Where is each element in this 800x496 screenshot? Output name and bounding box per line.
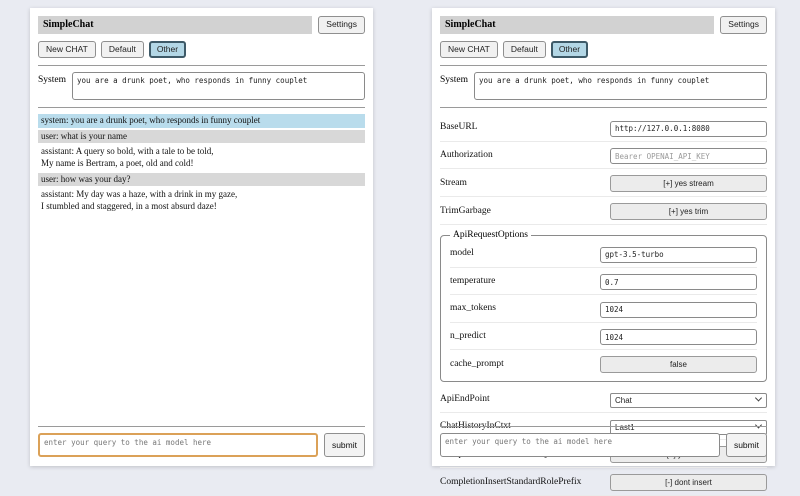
divider: [38, 65, 365, 66]
n-predict-label: n_predict: [450, 331, 486, 341]
header-row: SimpleChat Settings: [440, 16, 767, 34]
setting-row-n-predict: n_predict: [450, 323, 757, 351]
api-endpoint-select[interactable]: Chat: [610, 393, 767, 408]
chat-panel: SimpleChat Settings New CHAT Default Oth…: [30, 8, 373, 466]
divider: [38, 107, 365, 108]
setting-row-model: model: [450, 240, 757, 268]
session-row: New CHAT Default Other: [38, 41, 365, 58]
temperature-input[interactable]: [600, 274, 757, 290]
new-chat-button[interactable]: New CHAT: [38, 41, 96, 58]
app-title: SimpleChat: [440, 16, 714, 34]
authorization-label: Authorization: [440, 150, 493, 160]
stream-label: Stream: [440, 178, 467, 188]
session-button-other[interactable]: Other: [551, 41, 588, 58]
chat-message-system: system: you are a drunk poet, who respon…: [38, 114, 365, 128]
submit-button[interactable]: submit: [324, 433, 365, 457]
api-request-options-fieldset: ApiRequestOptions model temperature max_…: [440, 230, 767, 382]
chat-message-assistant: assistant: My day was a haze, with a dri…: [38, 188, 365, 213]
setting-row-temperature: temperature: [450, 268, 757, 296]
stream-toggle-button[interactable]: [+] yes stream: [610, 175, 767, 192]
completion-prefix-toggle-button[interactable]: [-] dont insert: [610, 474, 767, 491]
setting-row-stream: Stream [+] yes stream: [440, 169, 767, 197]
session-button-other[interactable]: Other: [149, 41, 186, 58]
system-label: System: [38, 72, 66, 85]
completion-prefix-label: CompletionInsertStandardRolePrefix: [440, 477, 581, 487]
baseurl-label: BaseURL: [440, 122, 477, 132]
setting-row-api-endpoint: ApiEndPoint Chat: [440, 386, 767, 413]
model-label: model: [450, 248, 474, 258]
temperature-label: temperature: [450, 276, 495, 286]
settings-panel: SimpleChat Settings New CHAT Default Oth…: [432, 8, 775, 466]
setting-row-completion-prefix: CompletionInsertStandardRolePrefix [-] d…: [440, 468, 767, 496]
system-prompt-input[interactable]: you are a drunk poet, who responds in fu…: [474, 72, 767, 100]
divider: [440, 426, 767, 427]
divider: [38, 426, 365, 427]
baseurl-input[interactable]: [610, 121, 767, 137]
session-button-default[interactable]: Default: [101, 41, 144, 58]
api-request-options-legend: ApiRequestOptions: [450, 230, 531, 240]
header-row: SimpleChat Settings: [38, 16, 365, 34]
system-prompt-row: System you are a drunk poet, who respond…: [38, 72, 365, 100]
chat-message-user: user: how was your day?: [38, 173, 365, 187]
trimgarbage-toggle-button[interactable]: [+] yes trim: [610, 203, 767, 220]
chat-message-user: user: what is your name: [38, 130, 365, 144]
system-prompt-input[interactable]: you are a drunk poet, who responds in fu…: [72, 72, 365, 100]
session-row: New CHAT Default Other: [440, 41, 767, 58]
max-tokens-input[interactable]: [600, 302, 757, 318]
setting-row-authorization: Authorization: [440, 142, 767, 170]
submit-button[interactable]: submit: [726, 433, 767, 457]
setting-row-trimgarbage: TrimGarbage [+] yes trim: [440, 197, 767, 225]
system-label: System: [440, 72, 468, 85]
query-input[interactable]: [440, 433, 720, 457]
divider: [440, 107, 767, 108]
new-chat-button[interactable]: New CHAT: [440, 41, 498, 58]
app-title: SimpleChat: [38, 16, 312, 34]
setting-row-cache-prompt: cache_prompt false: [450, 350, 757, 377]
chat-message-assistant: assistant: A query so bold, with a tale …: [38, 145, 365, 170]
query-bar: submit: [440, 426, 767, 457]
system-prompt-row: System you are a drunk poet, who respond…: [440, 72, 767, 100]
divider: [440, 65, 767, 66]
api-endpoint-label: ApiEndPoint: [440, 394, 490, 404]
max-tokens-label: max_tokens: [450, 303, 496, 313]
settings-button[interactable]: Settings: [318, 16, 365, 33]
authorization-input[interactable]: [610, 148, 767, 164]
session-button-default[interactable]: Default: [503, 41, 546, 58]
cache-prompt-toggle-button[interactable]: false: [600, 356, 757, 373]
setting-row-max-tokens: max_tokens: [450, 295, 757, 323]
trimgarbage-label: TrimGarbage: [440, 206, 491, 216]
model-input[interactable]: [600, 247, 757, 263]
n-predict-input[interactable]: [600, 329, 757, 345]
query-input[interactable]: [38, 433, 318, 457]
query-bar: submit: [38, 426, 365, 457]
cache-prompt-label: cache_prompt: [450, 359, 504, 369]
setting-row-baseurl: BaseURL: [440, 114, 767, 142]
chat-message-list: system: you are a drunk poet, who respon…: [38, 114, 365, 214]
settings-button[interactable]: Settings: [720, 16, 767, 33]
